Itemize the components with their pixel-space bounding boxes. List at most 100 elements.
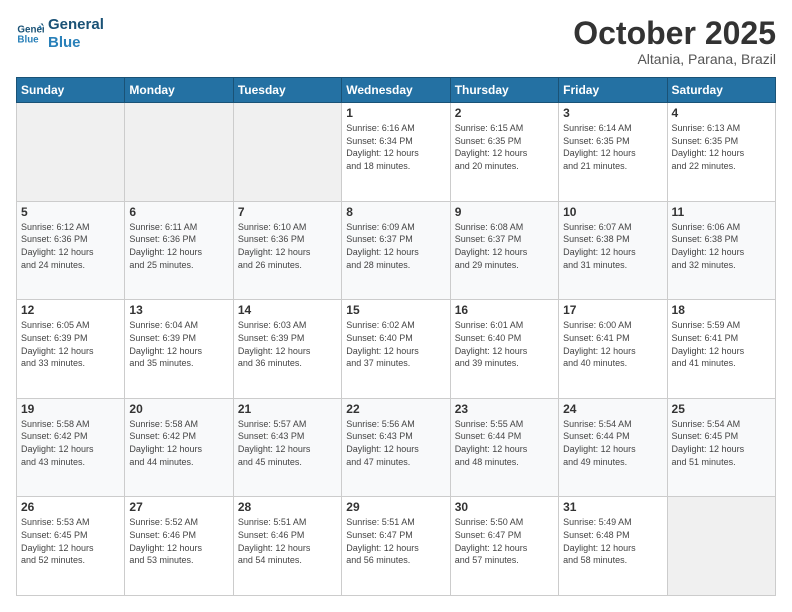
day-cell: 25 Sunrise: 5:54 AM Sunset: 6:45 PM Dayli… <box>667 398 775 497</box>
day-cell: 30 Sunrise: 5:50 AM Sunset: 6:47 PM Dayli… <box>450 497 558 596</box>
day-number: 4 <box>672 106 771 120</box>
day-info: Sunrise: 6:03 AM Sunset: 6:39 PM Dayligh… <box>238 319 337 369</box>
day-cell: 19 Sunrise: 5:58 AM Sunset: 6:42 PM Dayli… <box>17 398 125 497</box>
day-cell: 17 Sunrise: 6:00 AM Sunset: 6:41 PM Dayli… <box>559 300 667 399</box>
day-info: Sunrise: 5:51 AM Sunset: 6:46 PM Dayligh… <box>238 516 337 566</box>
day-cell <box>17 103 125 202</box>
day-info: Sunrise: 6:05 AM Sunset: 6:39 PM Dayligh… <box>21 319 120 369</box>
day-cell: 22 Sunrise: 5:56 AM Sunset: 6:43 PM Dayli… <box>342 398 450 497</box>
day-number: 12 <box>21 303 120 317</box>
day-cell: 23 Sunrise: 5:55 AM Sunset: 6:44 PM Dayli… <box>450 398 558 497</box>
day-info: Sunrise: 6:11 AM Sunset: 6:36 PM Dayligh… <box>129 221 228 271</box>
day-number: 20 <box>129 402 228 416</box>
day-number: 28 <box>238 500 337 514</box>
day-info: Sunrise: 6:10 AM Sunset: 6:36 PM Dayligh… <box>238 221 337 271</box>
day-info: Sunrise: 5:50 AM Sunset: 6:47 PM Dayligh… <box>455 516 554 566</box>
day-info: Sunrise: 6:04 AM Sunset: 6:39 PM Dayligh… <box>129 319 228 369</box>
day-cell: 18 Sunrise: 5:59 AM Sunset: 6:41 PM Dayli… <box>667 300 775 399</box>
day-cell: 15 Sunrise: 6:02 AM Sunset: 6:40 PM Dayli… <box>342 300 450 399</box>
day-info: Sunrise: 5:59 AM Sunset: 6:41 PM Dayligh… <box>672 319 771 369</box>
day-cell: 2 Sunrise: 6:15 AM Sunset: 6:35 PM Daylig… <box>450 103 558 202</box>
day-number: 19 <box>21 402 120 416</box>
week-row-2: 5 Sunrise: 6:12 AM Sunset: 6:36 PM Daylig… <box>17 201 776 300</box>
day-info: Sunrise: 6:01 AM Sunset: 6:40 PM Dayligh… <box>455 319 554 369</box>
day-cell: 6 Sunrise: 6:11 AM Sunset: 6:36 PM Daylig… <box>125 201 233 300</box>
day-info: Sunrise: 6:09 AM Sunset: 6:37 PM Dayligh… <box>346 221 445 271</box>
day-info: Sunrise: 6:07 AM Sunset: 6:38 PM Dayligh… <box>563 221 662 271</box>
day-cell: 28 Sunrise: 5:51 AM Sunset: 6:46 PM Dayli… <box>233 497 341 596</box>
day-cell: 21 Sunrise: 5:57 AM Sunset: 6:43 PM Dayli… <box>233 398 341 497</box>
day-cell: 10 Sunrise: 6:07 AM Sunset: 6:38 PM Dayli… <box>559 201 667 300</box>
day-number: 30 <box>455 500 554 514</box>
day-number: 23 <box>455 402 554 416</box>
day-info: Sunrise: 5:54 AM Sunset: 6:44 PM Dayligh… <box>563 418 662 468</box>
day-cell: 20 Sunrise: 5:58 AM Sunset: 6:42 PM Dayli… <box>125 398 233 497</box>
day-number: 13 <box>129 303 228 317</box>
calendar-header-row: Sunday Monday Tuesday Wednesday Thursday… <box>17 78 776 103</box>
day-info: Sunrise: 6:12 AM Sunset: 6:36 PM Dayligh… <box>21 221 120 271</box>
day-number: 5 <box>21 205 120 219</box>
day-cell: 5 Sunrise: 6:12 AM Sunset: 6:36 PM Daylig… <box>17 201 125 300</box>
week-row-3: 12 Sunrise: 6:05 AM Sunset: 6:39 PM Dayli… <box>17 300 776 399</box>
day-number: 11 <box>672 205 771 219</box>
col-thursday: Thursday <box>450 78 558 103</box>
col-tuesday: Tuesday <box>233 78 341 103</box>
day-cell: 3Sunrise: 6:14 AM Sunset: 6:35 PM Daylig… <box>559 103 667 202</box>
day-cell <box>233 103 341 202</box>
week-row-4: 19 Sunrise: 5:58 AM Sunset: 6:42 PM Dayli… <box>17 398 776 497</box>
day-number: 2 <box>455 106 554 120</box>
day-info: Sunrise: 5:56 AM Sunset: 6:43 PM Dayligh… <box>346 418 445 468</box>
logo: General Blue General Blue <box>16 16 104 52</box>
day-info: Sunrise: 5:54 AM Sunset: 6:45 PM Dayligh… <box>672 418 771 468</box>
day-number: 1 <box>346 106 445 120</box>
day-cell: 12 Sunrise: 6:05 AM Sunset: 6:39 PM Dayli… <box>17 300 125 399</box>
day-cell: 11 Sunrise: 6:06 AM Sunset: 6:38 PM Dayli… <box>667 201 775 300</box>
day-number: 31 <box>563 500 662 514</box>
day-number: 21 <box>238 402 337 416</box>
day-number: 18 <box>672 303 771 317</box>
day-info: Sunrise: 6:06 AM Sunset: 6:38 PM Dayligh… <box>672 221 771 271</box>
day-info: Sunrise: 5:55 AM Sunset: 6:44 PM Dayligh… <box>455 418 554 468</box>
day-number: 27 <box>129 500 228 514</box>
day-info: Sunrise: 6:02 AM Sunset: 6:40 PM Dayligh… <box>346 319 445 369</box>
day-info: Sunrise: 6:00 AM Sunset: 6:41 PM Dayligh… <box>563 319 662 369</box>
day-cell: 1 Sunrise: 6:16 AM Sunset: 6:34 PM Daylig… <box>342 103 450 202</box>
col-friday: Friday <box>559 78 667 103</box>
day-info: Sunrise: 6:15 AM Sunset: 6:35 PM Dayligh… <box>455 122 554 172</box>
day-cell: 27Sunrise: 5:52 AM Sunset: 6:46 PM Dayli… <box>125 497 233 596</box>
day-cell: 8 Sunrise: 6:09 AM Sunset: 6:37 PM Daylig… <box>342 201 450 300</box>
location-subtitle: Altania, Parana, Brazil <box>573 51 776 67</box>
day-number: 29 <box>346 500 445 514</box>
logo-line2: Blue <box>48 34 104 52</box>
day-cell: 14Sunrise: 6:03 AM Sunset: 6:39 PM Dayli… <box>233 300 341 399</box>
day-cell: 31 Sunrise: 5:49 AM Sunset: 6:48 PM Dayli… <box>559 497 667 596</box>
day-number: 24 <box>563 402 662 416</box>
day-number: 9 <box>455 205 554 219</box>
day-info: Sunrise: 6:08 AM Sunset: 6:37 PM Dayligh… <box>455 221 554 271</box>
day-info: Sunrise: 5:58 AM Sunset: 6:42 PM Dayligh… <box>21 418 120 468</box>
day-number: 25 <box>672 402 771 416</box>
day-info: Sunrise: 5:51 AM Sunset: 6:47 PM Dayligh… <box>346 516 445 566</box>
day-number: 17 <box>563 303 662 317</box>
day-number: 26 <box>21 500 120 514</box>
day-number: 10 <box>563 205 662 219</box>
svg-text:Blue: Blue <box>17 34 39 45</box>
calendar-table: Sunday Monday Tuesday Wednesday Thursday… <box>16 77 776 596</box>
day-info: Sunrise: 5:49 AM Sunset: 6:48 PM Dayligh… <box>563 516 662 566</box>
day-info: Sunrise: 5:57 AM Sunset: 6:43 PM Dayligh… <box>238 418 337 468</box>
day-number: 15 <box>346 303 445 317</box>
day-info: Sunrise: 6:16 AM Sunset: 6:34 PM Dayligh… <box>346 122 445 172</box>
day-cell: 4 Sunrise: 6:13 AM Sunset: 6:35 PM Daylig… <box>667 103 775 202</box>
header: General Blue General Blue October 2025 A… <box>16 16 776 67</box>
day-number: 6 <box>129 205 228 219</box>
day-number: 8 <box>346 205 445 219</box>
title-block: October 2025 Altania, Parana, Brazil <box>573 16 776 67</box>
day-cell: 16Sunrise: 6:01 AM Sunset: 6:40 PM Dayli… <box>450 300 558 399</box>
day-info: Sunrise: 5:58 AM Sunset: 6:42 PM Dayligh… <box>129 418 228 468</box>
day-number: 22 <box>346 402 445 416</box>
day-cell: 24 Sunrise: 5:54 AM Sunset: 6:44 PM Dayli… <box>559 398 667 497</box>
day-info: Sunrise: 6:13 AM Sunset: 6:35 PM Dayligh… <box>672 122 771 172</box>
day-cell: 29 Sunrise: 5:51 AM Sunset: 6:47 PM Dayli… <box>342 497 450 596</box>
day-cell <box>125 103 233 202</box>
col-wednesday: Wednesday <box>342 78 450 103</box>
